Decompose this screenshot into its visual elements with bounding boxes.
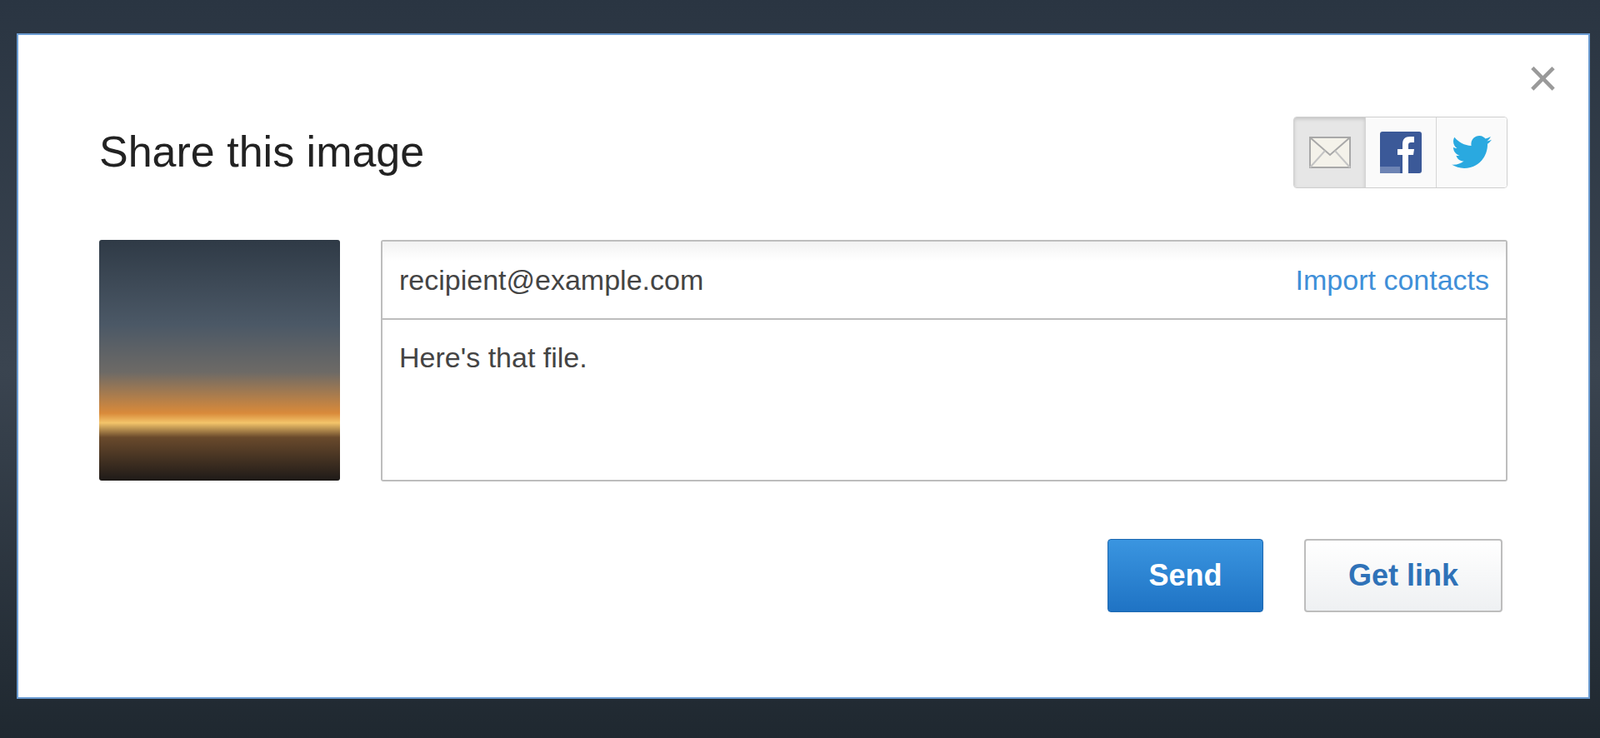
share-dialog: × Share this image Import contacts Here'… xyxy=(16,33,1590,700)
message-textarea[interactable]: Here's that file. xyxy=(382,320,1506,480)
twitter-icon-holder xyxy=(1451,135,1492,170)
share-options xyxy=(1293,116,1508,189)
email-icon-holder xyxy=(1309,136,1351,169)
recipient-input[interactable] xyxy=(399,259,1283,302)
share-twitter-button[interactable] xyxy=(1435,117,1507,188)
get-link-button[interactable]: Get link xyxy=(1304,539,1503,613)
envelope-icon xyxy=(1309,136,1351,169)
send-button[interactable]: Send xyxy=(1107,539,1264,613)
share-form: Import contacts Here's that file. xyxy=(380,240,1508,482)
share-email-button[interactable] xyxy=(1294,117,1365,188)
import-contacts-link[interactable]: Import contacts xyxy=(1295,259,1490,302)
facebook-icon-holder xyxy=(1380,131,1422,174)
image-thumbnail xyxy=(99,240,340,481)
action-buttons: Send Get link xyxy=(99,539,1508,613)
facebook-icon xyxy=(1380,131,1422,174)
close-button[interactable]: × xyxy=(1522,51,1564,105)
share-facebook-button[interactable] xyxy=(1365,117,1436,188)
twitter-bird-icon xyxy=(1451,135,1492,170)
dialog-title: Share this image xyxy=(99,124,425,181)
